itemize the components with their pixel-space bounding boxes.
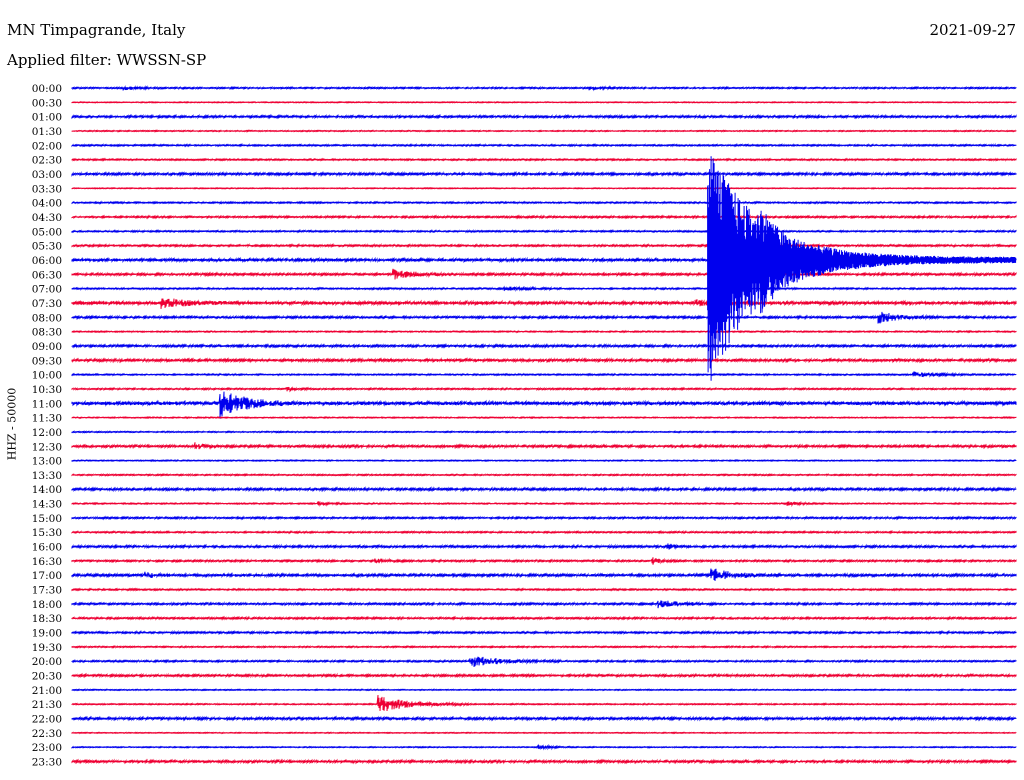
trace-row	[71, 656, 1017, 667]
trace-row	[71, 200, 1017, 205]
trace-row	[71, 715, 1017, 722]
row-label: 03:30	[32, 183, 62, 195]
trace-row	[71, 214, 1017, 220]
trace-row	[71, 285, 1017, 292]
row-label: 11:30	[32, 413, 62, 425]
row-label: 01:00	[32, 112, 62, 124]
trace-row	[71, 557, 1017, 565]
row-label: 17:30	[32, 585, 62, 597]
trace-row	[71, 298, 1017, 309]
trace-row	[71, 386, 1017, 393]
row-label: 08:00	[32, 312, 62, 324]
row-label: 15:30	[32, 527, 62, 539]
row-label: 22:00	[32, 714, 62, 726]
trace-row	[71, 391, 1017, 419]
trace-row	[71, 415, 1017, 420]
row-label: 19:30	[32, 642, 62, 654]
row-label: 22:30	[32, 728, 62, 740]
row-label: 09:00	[32, 341, 62, 353]
trace-row	[71, 268, 1017, 280]
trace-row	[71, 371, 1017, 378]
row-label: 18:00	[32, 599, 62, 611]
row-label: 21:30	[32, 699, 62, 711]
row-label: 23:00	[32, 742, 62, 754]
row-label: 15:00	[32, 513, 62, 525]
row-label: 04:30	[32, 212, 62, 224]
trace-row	[71, 758, 1017, 765]
row-label: 11:00	[32, 398, 62, 410]
row-label: 00:30	[32, 97, 62, 109]
trace-row	[71, 543, 1017, 550]
row-label: 10:00	[32, 370, 62, 382]
trace-row	[71, 170, 1017, 178]
trace-row	[71, 129, 1017, 133]
trace-row	[71, 743, 1017, 751]
row-label: 04:00	[32, 198, 62, 210]
row-label: 12:00	[32, 427, 62, 439]
earthquake-trace	[707, 156, 1017, 381]
trace-row	[71, 342, 1017, 349]
row-label: 14:30	[32, 499, 62, 511]
row-label: 16:00	[32, 542, 62, 554]
trace-row	[71, 500, 1017, 508]
row-label: 18:30	[32, 613, 62, 625]
trace-row	[71, 694, 1017, 712]
row-label: 07:30	[32, 298, 62, 310]
trace-row	[71, 143, 1017, 148]
trace-row	[71, 629, 1017, 636]
row-label: 10:30	[32, 384, 62, 396]
trace-row	[71, 644, 1017, 649]
row-label: 09:30	[32, 355, 62, 367]
trace-row	[71, 357, 1017, 364]
helicorder-plot: 00:00 00:30 01:00 01:30 02:00 02:30 03:00 03:30…	[32, 83, 1017, 769]
row-label: 00:00	[32, 83, 62, 95]
row-label: 14:00	[32, 484, 62, 496]
row-label: 13:00	[32, 456, 62, 468]
trace-row	[71, 100, 1017, 104]
row-label: 07:00	[32, 284, 62, 296]
row-label: 20:00	[32, 656, 62, 668]
row-label: 19:00	[32, 628, 62, 640]
row-label: 06:30	[32, 269, 62, 281]
trace-row	[71, 472, 1017, 477]
trace-row	[71, 587, 1017, 592]
trace-row	[71, 430, 1017, 434]
row-label: 21:00	[32, 685, 62, 697]
trace-row	[71, 186, 1017, 190]
trace-row	[71, 311, 1017, 324]
trace-row	[71, 85, 1017, 92]
row-label: 23:30	[32, 757, 62, 769]
trace-row	[71, 688, 1017, 692]
row-label: 13:30	[32, 470, 62, 482]
trace-row	[71, 529, 1017, 535]
trace-row	[71, 329, 1017, 334]
trace-row	[71, 157, 1017, 162]
row-label: 02:30	[32, 155, 62, 167]
trace-row	[71, 486, 1017, 493]
row-label: 08:30	[32, 327, 62, 339]
row-label: 01:30	[32, 126, 62, 138]
row-label: 16:30	[32, 556, 62, 568]
trace-row	[71, 568, 1017, 581]
trace-row	[71, 229, 1017, 234]
trace-row	[71, 458, 1017, 463]
trace-row	[71, 672, 1017, 679]
trace-row	[71, 515, 1017, 521]
row-label: 05:00	[32, 226, 62, 238]
row-label: 17:00	[32, 570, 62, 582]
trace-row	[71, 442, 1017, 450]
trace-row	[71, 113, 1017, 120]
row-label: 03:00	[32, 169, 62, 181]
row-label: 06:00	[32, 255, 62, 267]
trace-row	[71, 243, 1017, 249]
trace-row	[71, 615, 1017, 621]
row-label: 20:30	[32, 671, 62, 683]
trace-row	[71, 600, 1017, 609]
row-label: 12:30	[32, 441, 62, 453]
row-label: 02:00	[32, 140, 62, 152]
trace-group	[71, 85, 1017, 765]
trace-row	[71, 731, 1017, 735]
row-labels: 00:00 00:30 01:00 01:30 02:00 02:30 03:00 03:30…	[32, 83, 62, 769]
row-label: 05:30	[32, 241, 62, 253]
